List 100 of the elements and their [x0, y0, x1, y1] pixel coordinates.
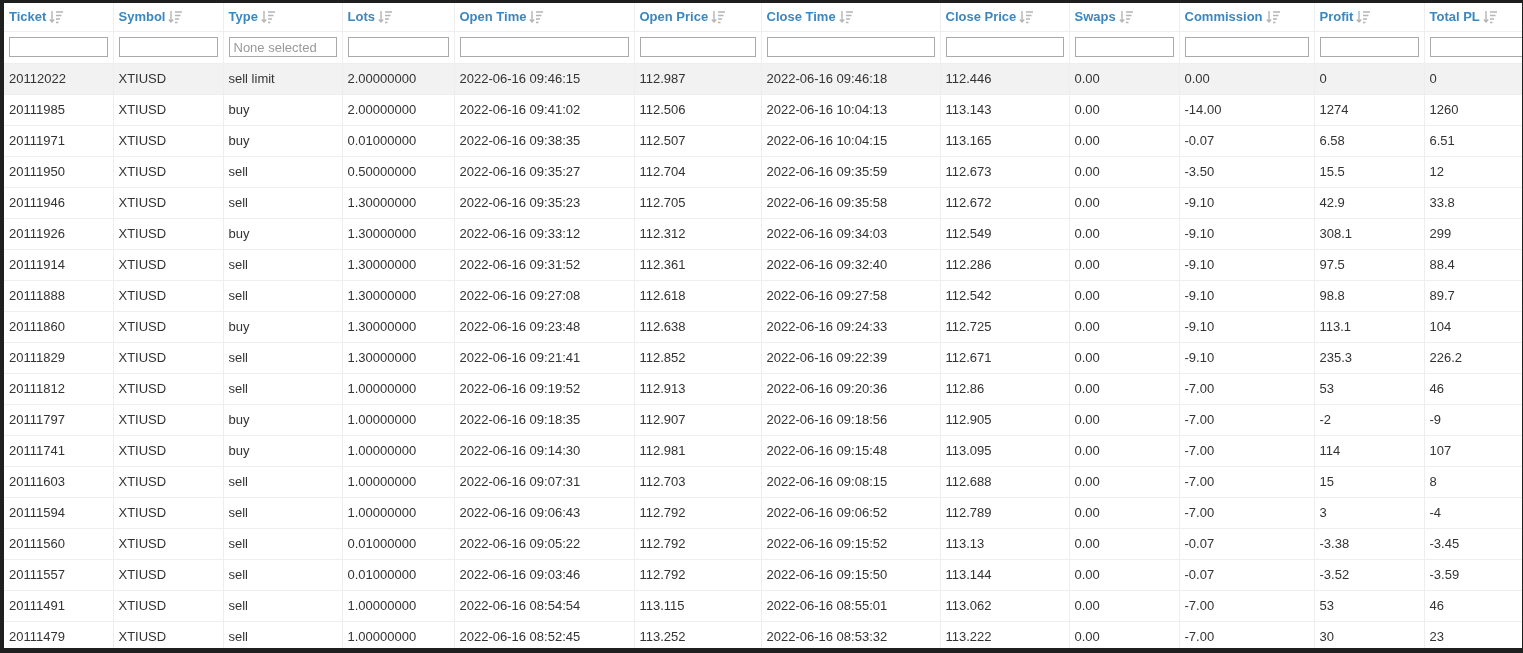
- table-cell: 2.00000000: [342, 94, 454, 125]
- table-cell: 6.51: [1424, 125, 1522, 156]
- table-cell: 20111594: [4, 497, 113, 528]
- sort-icon[interactable]: [529, 9, 544, 24]
- column-header[interactable]: Profit: [1319, 7, 1354, 27]
- table-cell: 0.00: [1179, 63, 1314, 94]
- table-cell: 6.58: [1314, 125, 1424, 156]
- table-cell: 112.703: [634, 466, 761, 497]
- sort-icon[interactable]: [49, 9, 64, 24]
- table-cell: 0.00: [1069, 528, 1179, 559]
- table-cell: 112.792: [634, 559, 761, 590]
- table-cell: 0.00: [1069, 559, 1179, 590]
- table-cell: 0.00: [1069, 342, 1179, 373]
- filter-field[interactable]: [945, 37, 1064, 57]
- column-header[interactable]: Close Time: [766, 7, 836, 27]
- filter-field[interactable]: [1184, 37, 1309, 57]
- sort-icon[interactable]: [1482, 9, 1497, 24]
- filter-field[interactable]: [1319, 37, 1419, 57]
- table-cell: 113.222: [940, 621, 1069, 648]
- table-cell: 112.792: [634, 528, 761, 559]
- table-cell: 20111560: [4, 528, 113, 559]
- table-cell: XTIUSD: [113, 342, 223, 373]
- table-cell: 20111971: [4, 125, 113, 156]
- column-header[interactable]: Lots: [347, 7, 375, 27]
- table-cell: 0: [1424, 63, 1522, 94]
- filter-field[interactable]: None selected: [228, 37, 337, 57]
- table-cell: 2022-06-16 09:27:08: [454, 280, 634, 311]
- column-header[interactable]: Close Price: [945, 7, 1017, 27]
- table-cell: 8: [1424, 466, 1522, 497]
- table-cell: 0.00: [1069, 621, 1179, 648]
- table-cell: -7.00: [1179, 435, 1314, 466]
- filter-field[interactable]: [347, 37, 449, 57]
- column-header[interactable]: Open Price: [639, 7, 709, 27]
- column-header[interactable]: Commission: [1184, 7, 1263, 27]
- table-cell: XTIUSD: [113, 404, 223, 435]
- table-cell: 1.00000000: [342, 373, 454, 404]
- sort-icon[interactable]: [1019, 9, 1034, 24]
- table-cell: 112.789: [940, 497, 1069, 528]
- table-cell: sell: [223, 249, 342, 280]
- table-cell: 2022-06-16 09:41:02: [454, 94, 634, 125]
- table-cell: 1.00000000: [342, 466, 454, 497]
- table-cell: 2022-06-16 09:06:43: [454, 497, 634, 528]
- column-header[interactable]: Type: [228, 7, 258, 27]
- table-cell: 20111950: [4, 156, 113, 187]
- column-header[interactable]: Symbol: [118, 7, 166, 27]
- table-cell: 112.987: [634, 63, 761, 94]
- table-cell: 1.00000000: [342, 404, 454, 435]
- table-cell: 112.981: [634, 435, 761, 466]
- table-cell: 2022-06-16 09:46:18: [761, 63, 940, 94]
- table-cell: 2022-06-16 09:35:23: [454, 187, 634, 218]
- column-header[interactable]: Total PL: [1429, 7, 1480, 27]
- table-cell: -7.00: [1179, 373, 1314, 404]
- table-cell: 0: [1314, 63, 1424, 94]
- table-cell: 23: [1424, 621, 1522, 648]
- sort-icon[interactable]: [1265, 9, 1280, 24]
- table-cell: 0.01000000: [342, 528, 454, 559]
- table-cell: sell: [223, 187, 342, 218]
- table-cell: sell: [223, 528, 342, 559]
- table-cell: 2022-06-16 09:21:41: [454, 342, 634, 373]
- table-cell: 20111491: [4, 590, 113, 621]
- table-cell: -9.10: [1179, 218, 1314, 249]
- table-cell: 2022-06-16 08:52:45: [454, 621, 634, 648]
- table-cell: -3.38: [1314, 528, 1424, 559]
- table-cell: 2022-06-16 09:15:50: [761, 559, 940, 590]
- column-header[interactable]: Swaps: [1074, 7, 1116, 27]
- sort-icon[interactable]: [168, 9, 183, 24]
- table-cell: 0.01000000: [342, 125, 454, 156]
- filter-field[interactable]: [1074, 37, 1174, 57]
- sort-icon[interactable]: [377, 9, 392, 24]
- table-cell: 112.907: [634, 404, 761, 435]
- sort-icon[interactable]: [711, 9, 726, 24]
- table-cell: sell: [223, 156, 342, 187]
- table-cell: 112.549: [940, 218, 1069, 249]
- sort-icon[interactable]: [1356, 9, 1371, 24]
- table-cell: -7.00: [1179, 466, 1314, 497]
- table-cell: XTIUSD: [113, 187, 223, 218]
- filter-field[interactable]: [9, 37, 108, 57]
- table-cell: 1.00000000: [342, 497, 454, 528]
- sort-icon[interactable]: [1118, 9, 1133, 24]
- table-cell: sell limit: [223, 63, 342, 94]
- table-cell: 20111812: [4, 373, 113, 404]
- table-cell: 113.062: [940, 590, 1069, 621]
- filter-field[interactable]: [459, 37, 629, 57]
- table-cell: 0.00: [1069, 156, 1179, 187]
- sort-icon[interactable]: [838, 9, 853, 24]
- column-header[interactable]: Ticket: [9, 7, 47, 27]
- column-header[interactable]: Open Time: [459, 7, 527, 27]
- table-cell: 20111603: [4, 466, 113, 497]
- table-cell: 112.446: [940, 63, 1069, 94]
- table-cell: 15: [1314, 466, 1424, 497]
- filter-field[interactable]: [766, 37, 935, 57]
- table-cell: XTIUSD: [113, 528, 223, 559]
- table-cell: 2022-06-16 09:38:35: [454, 125, 634, 156]
- filter-field[interactable]: [118, 37, 218, 57]
- filter-field[interactable]: [639, 37, 756, 57]
- table-cell: 2022-06-16 09:03:46: [454, 559, 634, 590]
- table-cell: 2022-06-16 09:06:52: [761, 497, 940, 528]
- table-cell: sell: [223, 280, 342, 311]
- table-cell: 1.30000000: [342, 249, 454, 280]
- sort-icon[interactable]: [260, 9, 275, 24]
